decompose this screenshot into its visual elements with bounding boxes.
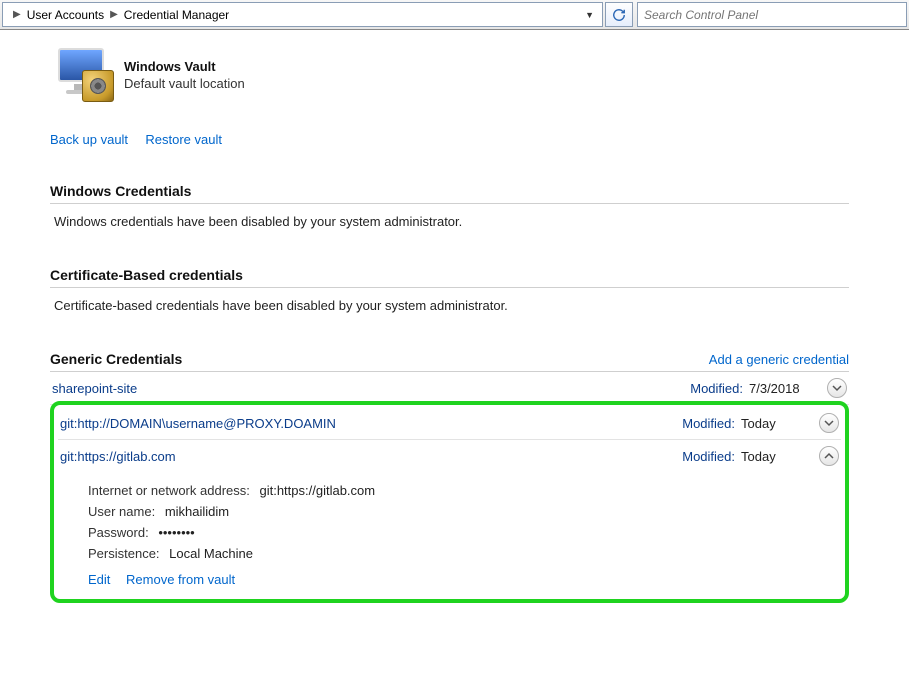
detail-username-label: User name: [88,504,155,519]
vault-links: Back up vault Restore vault [50,132,849,147]
section-message: Windows credentials have been disabled b… [50,204,849,239]
breadcrumb-item-user-accounts[interactable]: User Accounts [27,8,104,22]
search-box[interactable] [637,2,907,27]
refresh-button[interactable] [605,2,633,27]
credential-name: git:http://DOMAIN\username@PROXY.DOAMIN [60,416,682,431]
modified-value: Today [741,416,811,431]
chevron-up-icon[interactable] [819,446,839,466]
backup-vault-link[interactable]: Back up vault [50,132,128,147]
chevron-down-icon[interactable] [819,413,839,433]
detail-password-label: Password: [88,525,149,540]
section-heading: Windows Credentials [50,183,191,199]
detail-persistence-value: Local Machine [169,546,253,561]
credential-row[interactable]: git:https://gitlab.com Modified: Today [58,440,841,472]
detail-username-value: mikhailidim [165,504,229,519]
detail-address-value: git:https://gitlab.com [259,483,375,498]
vault-title: Windows Vault [124,59,245,74]
credential-name: git:https://gitlab.com [60,449,682,464]
vault-subtitle: Default vault location [124,76,245,91]
refresh-icon [612,8,626,22]
content-area: Windows Vault Default vault location Bac… [0,30,909,651]
credential-row[interactable]: git:http://DOMAIN\username@PROXY.DOAMIN … [58,407,841,440]
edit-credential-link[interactable]: Edit [88,572,110,587]
modified-label: Modified: [682,449,735,464]
modified-label: Modified: [682,416,735,431]
detail-address-label: Internet or network address: [88,483,250,498]
highlighted-credentials: git:http://DOMAIN\username@PROXY.DOAMIN … [50,401,849,603]
section-heading: Generic Credentials [50,351,182,367]
section-heading: Certificate-Based credentials [50,267,243,283]
detail-password-value: •••••••• [158,525,194,540]
credential-name: sharepoint-site [52,381,690,396]
chevron-right-icon: ▶ [104,9,124,20]
section-certificate-credentials: Certificate-Based credentials Certificat… [50,267,849,323]
detail-persistence-label: Persistence: [88,546,160,561]
chevron-right-icon: ▶ [7,9,27,20]
section-generic-credentials: Generic Credentials Add a generic creden… [50,351,849,603]
address-bar: ▶ User Accounts ▶ Credential Manager ▼ [0,0,909,30]
section-message: Certificate-based credentials have been … [50,288,849,323]
breadcrumb-item-credential-manager[interactable]: Credential Manager [124,8,229,22]
credential-details: Internet or network address: git:https:/… [58,472,841,591]
add-generic-credential-link[interactable]: Add a generic credential [709,352,849,367]
vault-icon [54,48,114,102]
breadcrumb-dropdown-icon[interactable]: ▼ [581,10,598,20]
modified-value: Today [741,449,811,464]
remove-credential-link[interactable]: Remove from vault [126,572,235,587]
breadcrumb[interactable]: ▶ User Accounts ▶ Credential Manager ▼ [2,2,603,27]
modified-value: 7/3/2018 [749,381,819,396]
restore-vault-link[interactable]: Restore vault [145,132,222,147]
section-windows-credentials: Windows Credentials Windows credentials … [50,183,849,239]
search-input[interactable] [644,8,900,22]
chevron-down-icon[interactable] [827,378,847,398]
modified-label: Modified: [690,381,743,396]
vault-block: Windows Vault Default vault location [54,48,849,102]
